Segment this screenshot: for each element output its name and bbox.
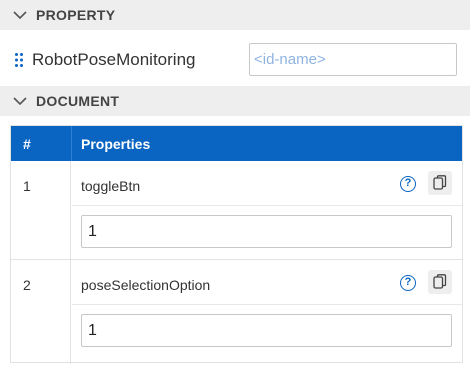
help-circle-icon[interactable]: ? <box>400 176 416 192</box>
property-section-title: PROPERTY <box>36 7 116 23</box>
id-name-input[interactable] <box>249 43 457 76</box>
chevron-down-icon <box>13 11 27 20</box>
document-section-title: DOCUMENT <box>36 93 120 109</box>
copy-icon <box>433 274 447 289</box>
property-value-input[interactable] <box>81 215 452 248</box>
help-circle-icon[interactable]: ? <box>400 275 416 291</box>
row-divider <box>72 304 462 305</box>
row-index-cell: 1 <box>11 161 71 259</box>
chevron-down-icon <box>13 97 27 106</box>
drag-handle-icon[interactable] <box>14 52 24 68</box>
header-divider <box>71 126 72 161</box>
table-header: # Properties <box>11 126 462 161</box>
component-name: RobotPoseMonitoring <box>32 50 196 69</box>
properties-table: # Properties 1 toggleBtn ? 2 poseSelecti… <box>10 125 463 364</box>
table-row: 1 toggleBtn ? <box>11 161 462 260</box>
table-row: 2 poseSelectionOption ? <box>11 260 462 364</box>
row-divider <box>72 205 462 206</box>
copy-button[interactable] <box>428 171 452 195</box>
document-section-header[interactable]: DOCUMENT <box>0 86 470 116</box>
copy-icon <box>433 175 447 190</box>
row-index-cell: 2 <box>11 260 71 364</box>
row-index: 2 <box>23 277 31 293</box>
column-header-properties: Properties <box>81 136 151 152</box>
row-index: 1 <box>23 178 31 194</box>
property-section-header[interactable]: PROPERTY <box>0 0 470 30</box>
property-value-input[interactable] <box>81 314 452 347</box>
property-key: toggleBtn <box>81 178 141 194</box>
column-header-index: # <box>23 136 31 152</box>
property-key: poseSelectionOption <box>81 277 211 293</box>
property-row: RobotPoseMonitoring <box>0 43 470 77</box>
copy-button[interactable] <box>428 270 452 294</box>
